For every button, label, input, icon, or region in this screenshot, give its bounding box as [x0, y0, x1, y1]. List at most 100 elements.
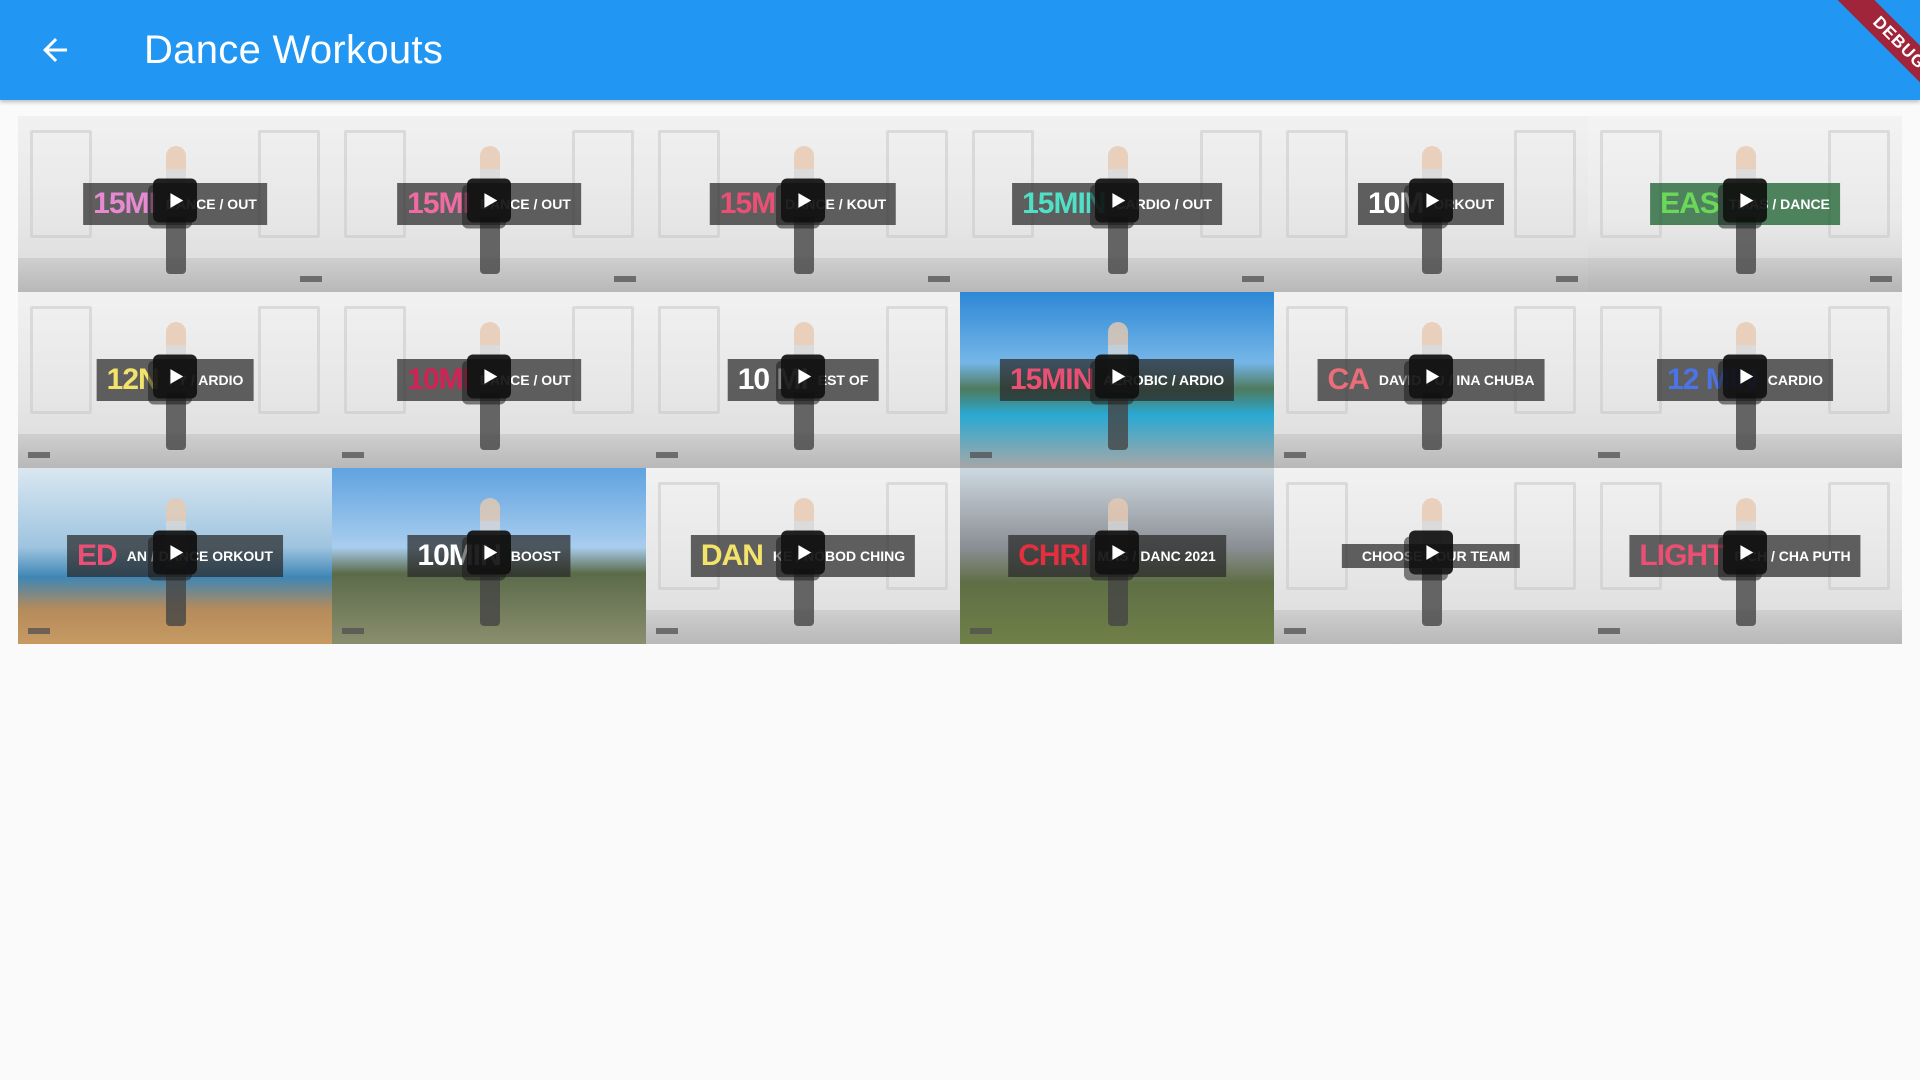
play-button[interactable] [781, 354, 825, 399]
watermark-logo [656, 628, 678, 634]
debug-label: DEBUG [1822, 0, 1920, 120]
watermark-logo [1598, 628, 1620, 634]
caption-duration: 10MI [407, 363, 471, 396]
caption-duration: 15MI [93, 187, 157, 220]
play-icon [1112, 193, 1126, 208]
video-tile[interactable]: 15MI DANCE / OUT [332, 116, 646, 292]
caption-duration: 15M [719, 187, 776, 220]
wall-panel [1828, 306, 1890, 414]
wall-panel [1600, 306, 1662, 414]
caption-duration: 15MIN [1022, 187, 1106, 220]
caption-duration: 15MIN [1009, 363, 1094, 396]
watermark-logo [342, 452, 364, 458]
video-tile[interactable]: LIGHT ITCH / CHA PUTH [1588, 468, 1902, 644]
caption-title: DAVID PU / INA CHUBA [1378, 372, 1535, 388]
caption-title: EST OF [817, 372, 869, 388]
wall-panel [572, 306, 634, 414]
play-icon [798, 369, 812, 384]
wall-panel [1514, 130, 1576, 238]
caption-duration: LIGHT [1639, 539, 1725, 572]
watermark-logo [28, 452, 50, 458]
watermark-logo [970, 628, 992, 634]
video-tile[interactable]: 15M DANCE / KOUT [646, 116, 960, 292]
wall-panel [1286, 482, 1348, 590]
play-icon [170, 545, 184, 560]
watermark-logo [1284, 628, 1306, 634]
caption-duration: CHRI [1018, 539, 1088, 572]
play-button[interactable] [1723, 354, 1767, 399]
workout-grid: 15MI DANCE / OUT 15MI DANCE / OUT 15M DANCE /… [18, 116, 1902, 644]
play-button[interactable] [467, 178, 511, 223]
watermark-logo [656, 452, 678, 458]
watermark-logo [1556, 276, 1578, 282]
play-button[interactable] [781, 178, 825, 223]
wall-panel [258, 130, 320, 238]
wall-panel [30, 306, 92, 414]
back-button[interactable] [25, 20, 85, 80]
watermark-logo [1598, 452, 1620, 458]
watermark-logo [970, 452, 992, 458]
video-tile[interactable]: 10MIN BOOST [332, 468, 646, 644]
play-button[interactable] [467, 354, 511, 399]
play-button[interactable] [1095, 354, 1139, 399]
caption-duration: 15MI [407, 187, 471, 220]
caption-title: BOOST [510, 548, 561, 564]
wall-panel [658, 306, 720, 414]
play-icon [484, 193, 498, 208]
play-icon [798, 193, 812, 208]
play-icon [1426, 193, 1440, 208]
arrow-back-icon [43, 38, 67, 62]
watermark-logo [1284, 452, 1306, 458]
page-title: Dance Workouts [144, 28, 444, 72]
play-icon [798, 545, 812, 560]
play-icon [170, 369, 184, 384]
play-button[interactable] [1095, 178, 1139, 223]
play-icon [1112, 369, 1126, 384]
play-button[interactable] [1409, 530, 1453, 575]
video-tile[interactable]: 12N PY / ARDIO [18, 292, 332, 468]
caption-duration: DAN [700, 539, 764, 572]
video-tile[interactable]: CHRI MAS / DANC 2021 [960, 468, 1274, 644]
play-button[interactable] [1409, 354, 1453, 399]
play-icon [1426, 545, 1440, 560]
wall-panel [572, 130, 634, 238]
play-button[interactable] [153, 178, 197, 223]
video-tile[interactable]: 10M ORKOUT [1274, 116, 1588, 292]
video-tile[interactable]: ED AN / DANCE ORKOUT [18, 468, 332, 644]
play-icon [484, 545, 498, 560]
video-tile[interactable]: 10MI DANCE / OUT [332, 292, 646, 468]
video-tile[interactable]: 10 MI EST OF [646, 292, 960, 468]
play-icon [1426, 369, 1440, 384]
play-button[interactable] [1723, 178, 1767, 223]
video-tile[interactable]: EAS TMAS / DANCE [1588, 116, 1902, 292]
play-button[interactable] [781, 530, 825, 575]
video-tile[interactable]: DAN KE / NOBOD CHING [646, 468, 960, 644]
play-button[interactable] [1095, 530, 1139, 575]
play-button[interactable] [467, 530, 511, 575]
video-tile[interactable]: CA DAVID PU / INA CHUBA [1274, 292, 1588, 468]
watermark-logo [1870, 276, 1892, 282]
debug-banner: DEBUG [1790, 0, 1920, 130]
video-tile[interactable]: 15MIN AEROBIC / ARDIO [960, 292, 1274, 468]
watermark-logo [300, 276, 322, 282]
play-button[interactable] [153, 530, 197, 575]
caption-title: CARDIO [1767, 372, 1823, 388]
watermark-logo [928, 276, 950, 282]
caption-title: AN / DANCE ORKOUT [126, 548, 273, 564]
play-icon [1112, 545, 1126, 560]
play-icon [1740, 369, 1754, 384]
caption-duration: CA [1327, 363, 1370, 396]
video-tile[interactable]: 15MI DANCE / OUT [18, 116, 332, 292]
wall-panel [1286, 130, 1348, 238]
wall-panel [886, 306, 948, 414]
watermark-logo [342, 628, 364, 634]
caption-duration: ED [77, 539, 118, 572]
video-tile[interactable]: CHOOSE YOUR TEAM [1274, 468, 1588, 644]
play-button[interactable] [153, 354, 197, 399]
play-button[interactable] [1723, 530, 1767, 575]
video-tile[interactable]: 15MIN CARDIO / OUT [960, 116, 1274, 292]
play-icon [170, 193, 184, 208]
video-tile[interactable]: 12 MIN CARDIO [1588, 292, 1902, 468]
play-button[interactable] [1409, 178, 1453, 223]
watermark-logo [614, 276, 636, 282]
